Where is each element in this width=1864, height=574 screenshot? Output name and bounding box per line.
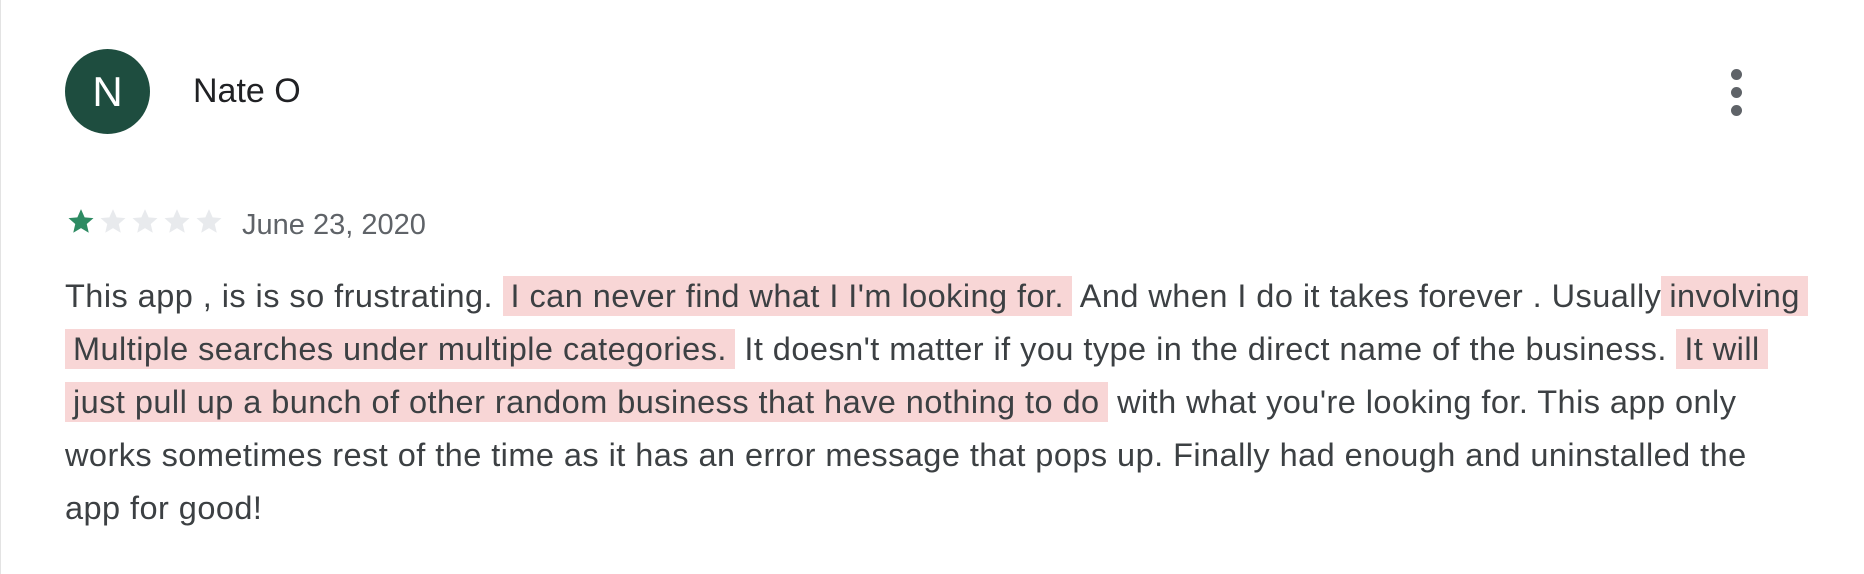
review-segment-highlighted: I can never find what I I'm looking for. — [502, 276, 1073, 316]
avatar[interactable]: N — [65, 49, 150, 134]
star-rating — [65, 204, 225, 238]
more-dot — [1730, 86, 1742, 98]
more-dot — [1730, 68, 1742, 80]
review-segment: And when I do it takes forever . Usually — [1079, 278, 1662, 314]
star-empty-icon — [164, 209, 190, 233]
more-vert-icon[interactable] — [1716, 64, 1756, 120]
review-text: This app , is is so frustrating. I can n… — [65, 270, 1808, 535]
review-card: N Nate O June 23, 2020 This app , is is … — [0, 0, 1864, 574]
author-name: Nate O — [193, 72, 301, 110]
star-empty-icon — [132, 209, 158, 233]
more-dot — [1730, 104, 1742, 116]
avatar-initial: N — [92, 67, 123, 115]
star-empty-icon — [100, 209, 126, 233]
star-empty-icon — [196, 209, 222, 233]
star-filled-icon — [68, 209, 94, 233]
review-segment: This app , is is so frustrating. — [65, 278, 494, 314]
review-date: June 23, 2020 — [242, 209, 426, 241]
review-segment: It doesn't matter if you type in the dir… — [744, 331, 1667, 367]
